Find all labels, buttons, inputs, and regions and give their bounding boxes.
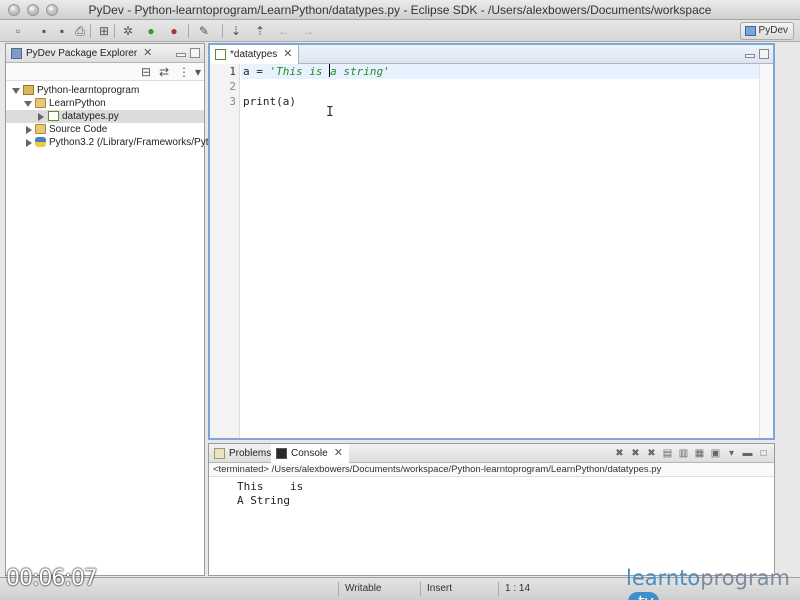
expand-icon[interactable] (12, 88, 20, 94)
tools-icon[interactable]: ✎ (196, 23, 212, 39)
maximize-view-button[interactable] (759, 49, 769, 59)
minimize-view-button[interactable]: ▬ (741, 447, 754, 460)
folder-icon (35, 124, 46, 134)
external-tools-icon[interactable]: ● (166, 23, 182, 39)
remove-launch-icon[interactable]: ✖ (629, 447, 642, 460)
learntoprogram-logo: learntoprogram.tv (626, 566, 800, 600)
close-icon[interactable]: ✕ (283, 48, 292, 60)
close-window-button[interactable] (8, 4, 20, 16)
clear-console-icon[interactable]: ▤ (661, 447, 674, 460)
code-line-3[interactable]: print(a) (241, 94, 759, 109)
console-tab-bar: Problems Console ✕ ✖ ✖ ✖ ▤ ▥ ▦ ▣ ▾ ▬ □ (209, 444, 774, 463)
problems-icon (214, 448, 225, 459)
tree-item-learnpython[interactable]: LearnPython (6, 97, 204, 110)
status-writable: Writable (338, 582, 382, 596)
tree-item-source-code[interactable]: Source Code (6, 123, 204, 136)
line-number: 2 (229, 80, 236, 93)
run-icon[interactable]: ● (143, 23, 159, 39)
window-title: PyDev - Python-learntoprogram/LearnPytho… (88, 3, 712, 17)
maximize-view-button[interactable] (190, 48, 200, 58)
project-tree: Python-learntoprogram LearnPython dataty… (6, 84, 209, 149)
remove-all-terminated-icon[interactable]: ✖ (645, 447, 658, 460)
mouse-ibeam-cursor-icon: I (326, 105, 334, 120)
package-explorer-pane: PyDev Package Explorer ✕ ⊟ ⇄ ⋮ ▾ Python-l… (5, 43, 209, 576)
print-icon[interactable]: ⎙ (72, 23, 88, 39)
package-explorer-header: PyDev Package Explorer ✕ (6, 44, 204, 63)
video-timecode: 00:06:07 (6, 566, 98, 591)
open-type-icon[interactable]: ⊞ (96, 23, 112, 39)
project-icon (23, 85, 34, 95)
tab-package-explorer[interactable]: PyDev Package Explorer ✕ (6, 44, 158, 63)
window-controls (8, 4, 58, 16)
save-icon[interactable]: ▪ (36, 23, 52, 39)
window-titlebar: PyDev - Python-learntoprogram/LearnPytho… (0, 0, 800, 20)
expand-icon[interactable] (24, 101, 32, 107)
display-console-icon[interactable]: ▣ (709, 447, 722, 460)
maximize-view-button[interactable]: □ (757, 447, 770, 460)
explorer-toolbar: ⊟ ⇄ ⋮ ▾ (6, 63, 204, 81)
console-toolbar: ✖ ✖ ✖ ▤ ▥ ▦ ▣ ▾ ▬ □ (613, 447, 770, 461)
perspective-icon (744, 26, 756, 36)
terminate-icon[interactable]: ✖ (613, 447, 626, 460)
tab-console[interactable]: Console ✕ (271, 444, 349, 463)
minimize-view-button[interactable] (176, 53, 186, 57)
code-line-1[interactable]: a = 'This is a string' (241, 64, 759, 79)
minimize-window-button[interactable] (27, 4, 39, 16)
tab-datatypes[interactable]: *datatypes ✕ (210, 45, 300, 64)
tree-item-python-interpreter[interactable]: Python3.2 (/Library/Frameworks/Pyt (6, 136, 209, 149)
editor-pane: *datatypes ✕ 1 2 3 a = 'This is a string'… (208, 43, 775, 440)
toolbar-divider (188, 24, 189, 38)
status-insert-mode: Insert (420, 582, 452, 596)
python-icon (35, 137, 46, 147)
toolbar-divider (222, 24, 223, 38)
toolbar-divider (90, 24, 91, 38)
package-explorer-icon (11, 48, 22, 59)
link-with-editor-icon[interactable]: ⇄ (156, 64, 172, 80)
chevron-down-icon[interactable]: ▾ (190, 64, 206, 80)
toolbar-divider (114, 24, 115, 38)
close-icon[interactable]: ✕ (143, 47, 152, 59)
expand-icon[interactable] (26, 126, 32, 134)
line-number-gutter: 1 2 3 (210, 64, 240, 438)
collapse-all-icon[interactable]: ⊟ (138, 64, 154, 80)
scroll-lock-icon[interactable]: ▥ (677, 447, 690, 460)
terminated-label: <terminated> /Users/alexbowers/Documents… (209, 463, 774, 477)
console-output-line: A String (237, 494, 290, 507)
next-annotation-icon[interactable]: ⇣ (228, 23, 244, 39)
previous-annotation-icon[interactable]: ⇡ (252, 23, 268, 39)
console-pane: Problems Console ✕ ✖ ✖ ✖ ▤ ▥ ▦ ▣ ▾ ▬ □ <t… (208, 443, 775, 576)
code-area[interactable]: a = 'This is a string' print(a) (241, 64, 759, 438)
save-all-icon[interactable]: ▪ (54, 23, 70, 39)
tab-problems[interactable]: Problems (209, 444, 277, 463)
console-output-line: This is (237, 480, 304, 493)
open-console-icon[interactable]: ▾ (725, 447, 738, 460)
expand-icon[interactable] (26, 139, 32, 147)
pin-console-icon[interactable]: ▦ (693, 447, 706, 460)
main-toolbar: ▫ ▪ ▪ ⎙ ⊞ ✲ ● ● ✎ ⇣ ⇡ ← → PyDev (0, 20, 800, 42)
code-line-2[interactable] (241, 79, 759, 94)
forward-icon[interactable]: → (300, 23, 316, 39)
minimize-view-button[interactable] (745, 54, 755, 58)
tree-item-datatypes[interactable]: datatypes.py (6, 110, 204, 123)
console-output[interactable]: This is A String (209, 477, 774, 575)
expand-icon[interactable] (38, 113, 44, 121)
folder-icon (35, 98, 46, 108)
debug-icon[interactable]: ✲ (120, 23, 136, 39)
overview-ruler[interactable] (759, 64, 773, 438)
python-file-icon (215, 49, 226, 60)
close-icon[interactable]: ✕ (334, 447, 343, 459)
status-cursor-position: 1 : 14 (498, 582, 530, 596)
zoom-window-button[interactable] (46, 4, 58, 16)
back-icon[interactable]: ← (276, 23, 292, 39)
python-file-icon (48, 111, 59, 121)
console-icon (276, 448, 287, 459)
new-icon[interactable]: ▫ (10, 23, 26, 39)
tree-item-project[interactable]: Python-learntoprogram (6, 84, 204, 97)
pydev-perspective-button[interactable]: PyDev (739, 22, 794, 40)
editor-tab-bar: *datatypes ✕ (210, 45, 773, 64)
line-number: 1 (229, 65, 236, 78)
line-number: 3 (229, 95, 236, 108)
